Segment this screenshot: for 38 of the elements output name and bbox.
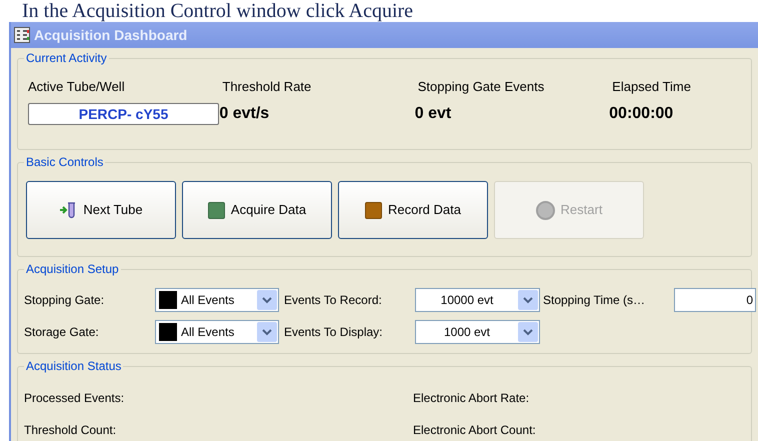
setting-label: Events To Record: [284,292,383,309]
status-label: Processed Events: [24,390,126,407]
field-label: Stopping Gate Events [418,79,546,95]
gate-swatch-icon [159,323,177,341]
restart-icon [536,200,555,220]
section-title: Acquisition Setup [24,262,121,276]
field-value: 00:00:00 [609,104,674,124]
record-icon [365,202,382,218]
field-label: Threshold Rate [222,79,312,95]
toolbar-button[interactable]: Next Tube [26,181,176,239]
setting-label: Events To Display: [284,324,384,341]
setting-label: Stopping Time (s… [543,292,646,309]
field-label: Active Tube/Well [28,79,126,95]
toolbar-button[interactable]: Acquire Data [182,181,332,239]
status-label: Threshold Count: [24,422,118,439]
app-icon [14,27,30,43]
setting-label: Stopping Gate: [24,292,106,309]
section-title: Basic Controls [24,155,106,169]
window-title: Acquisition Dashboard [34,26,188,45]
caption: In the Acquisition Control window click Acquire [21,0,414,22]
acquire-icon [208,202,225,218]
test-tube-icon [59,201,78,219]
setting-label: Storage Gate: [24,324,100,341]
dropdown[interactable]: 1000 evt [415,320,540,344]
status-label: Electronic Abort Count: [413,422,537,439]
status-label: Electronic Abort Rate: [413,390,530,407]
field-value: 0 evt/s [219,104,270,124]
input-field[interactable]: 0 [674,288,756,312]
dropdown[interactable]: All Events [155,320,279,344]
section-title: Acquisition Status [24,359,124,373]
active-tube-field: PERCP- cY55 [28,103,219,125]
toolbar-button[interactable]: Record Data [338,181,488,239]
dropdown[interactable]: 10000 evt [415,288,540,312]
field-label: Elapsed Time [612,79,692,95]
gate-swatch-icon [159,291,177,309]
dropdown[interactable]: All Events [155,288,279,312]
field-value: 0 evt [414,104,452,124]
section-title: Current Activity [24,51,109,65]
